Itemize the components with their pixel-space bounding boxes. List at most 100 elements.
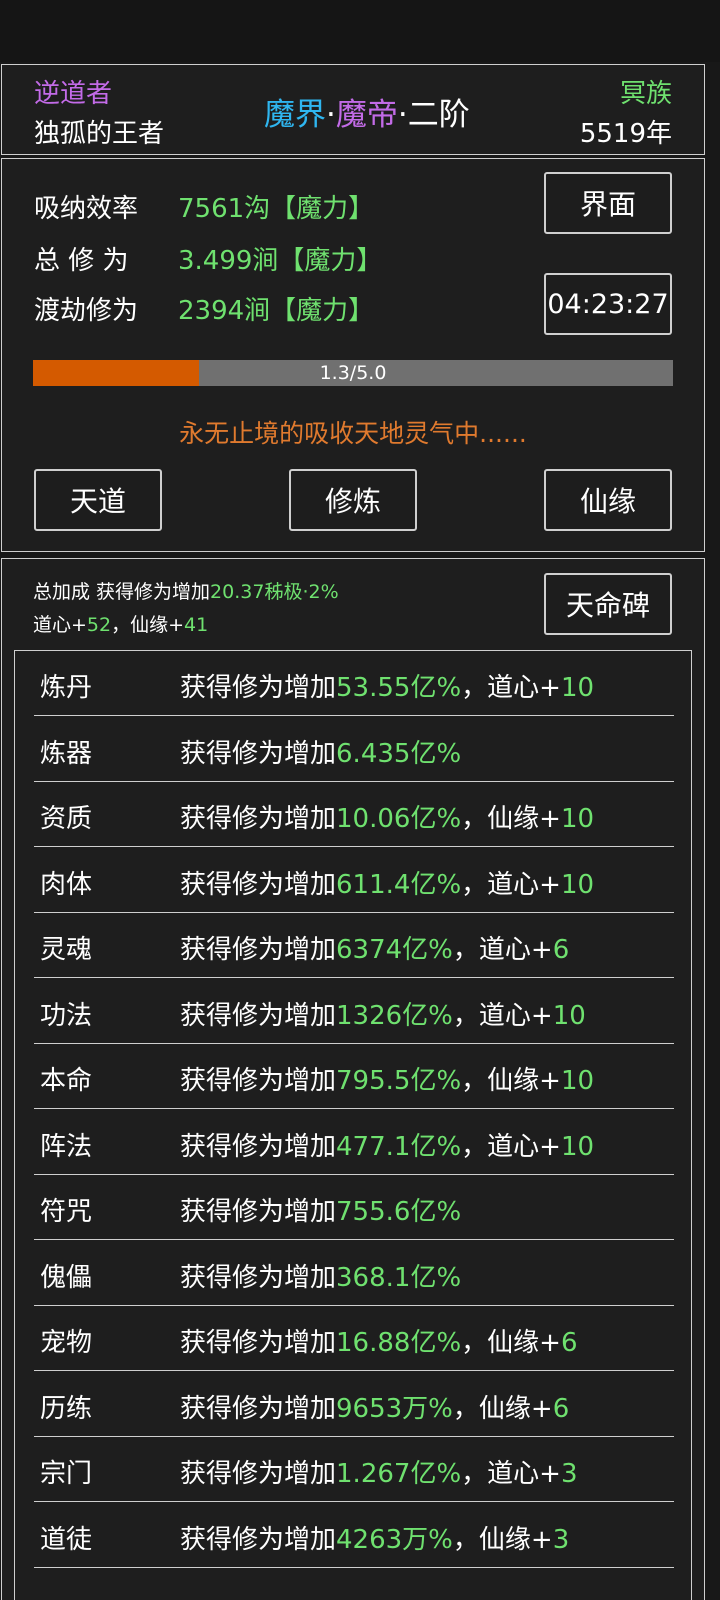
bonus-row-value: 4263万% (336, 1524, 453, 1555)
bonus-row-extra-value: 10 (560, 1066, 595, 1096)
bonus-row-extra-value: 6 (552, 1393, 570, 1424)
bonus-row-extra-value: 10 (552, 1000, 586, 1031)
destiny-stele-button[interactable]: 天命碑 (544, 573, 672, 635)
daoxin-label: 道心+ (33, 614, 87, 636)
bonus-row-name: 宠物 (40, 1328, 93, 1358)
bonus-row-prefix: 获得修为增加 (180, 673, 337, 703)
bonus-row-description: 获得修为增加53.55亿%，道心+10 (180, 667, 594, 704)
bonus-row-description: 获得修为增加6374亿%，道心+6 (180, 929, 569, 966)
realm-world: 魔界 (264, 97, 326, 133)
bonus-row-name: 历练 (40, 1393, 93, 1424)
bonus-row-value: 6.435亿% (336, 738, 462, 769)
bonus-row-extra-value: 10 (560, 869, 595, 900)
bonus-row-prefix: 获得修为增加 (180, 935, 337, 965)
bonus-row-description: 获得修为增加477.1亿%，道心+10 (180, 1126, 594, 1163)
bonus-row[interactable]: 道徒 获得修为增加4263万%，仙缘+3 (34, 1503, 674, 1568)
bonus-row-prefix: 获得修为增加 (180, 1197, 337, 1227)
bonus-row-description: 获得修为增加795.5亿%，仙缘+10 (180, 1060, 594, 1097)
bonus-row-extra-label: ，仙缘+ (461, 804, 561, 834)
xianyuan-value: 41 (184, 614, 209, 636)
bonus-row-name: 资质 (40, 804, 93, 834)
bonus-row-extra-value: 3 (560, 1459, 578, 1489)
bonus-row-value: 10.06亿% (336, 804, 462, 834)
absorb-efficiency-label: 吸纳效率 (34, 194, 139, 224)
total-bonus-summary: 总加成 获得修为增加20.37秭极·2% (33, 577, 339, 604)
xianyuan-label: 仙缘+ (130, 614, 185, 636)
realm-dot-1: · (326, 97, 336, 133)
bonus-row-extra-label: ，道心+ (461, 673, 561, 703)
bonus-row-extra-label: ，道心+ (461, 869, 561, 900)
bonus-row[interactable]: 傀儡 获得修为增加368.1亿% (34, 1241, 674, 1306)
bonus-row-extra-value: 10 (560, 673, 595, 703)
bonus-row-extra-label: ，仙缘+ (452, 1393, 553, 1424)
bonus-row-name: 阵法 (40, 1131, 93, 1162)
bonus-row-name: 符咒 (40, 1197, 93, 1227)
bonus-row-description: 获得修为增加4263万%，仙缘+3 (180, 1519, 569, 1556)
bonus-row-description: 获得修为增加1.267亿%，道心+3 (180, 1453, 578, 1490)
bonus-row-description: 获得修为增加16.88亿%，仙缘+6 (180, 1322, 578, 1359)
realm-title: 魔界·魔帝·二阶 (264, 89, 470, 134)
bonus-row-description: 获得修为增加611.4亿%，道心+10 (180, 864, 594, 901)
bonus-row[interactable]: 历练 获得修为增加9653万%，仙缘+6 (34, 1372, 674, 1437)
realm-dot-2: · (397, 97, 408, 133)
bonus-row-description: 获得修为增加1326亿%，道心+10 (180, 995, 586, 1032)
bonus-row-value: 1.267亿% (336, 1459, 462, 1489)
tribulation-label: 渡劫修为 (34, 296, 139, 326)
bonus-row-prefix: 获得修为增加 (180, 1524, 337, 1555)
bonus-row-prefix: 获得修为增加 (180, 1393, 337, 1424)
bonus-row-extra-label: ，仙缘+ (452, 1524, 553, 1555)
bonus-row-value: 9653万% (336, 1393, 453, 1424)
bonus-row[interactable]: 本命 获得修为增加795.5亿%，仙缘+10 (34, 1044, 674, 1109)
bonus-row-description: 获得修为增加9653万%，仙缘+6 (180, 1388, 569, 1425)
bonus-row-value: 795.5亿% (336, 1066, 462, 1096)
bonus-row[interactable]: 宠物 获得修为增加16.88亿%，仙缘+6 (34, 1306, 674, 1371)
separator: ， (111, 614, 131, 636)
bonus-list: 炼丹 获得修为增加53.55亿%，道心+10 炼器 获得修为增加6.435亿% 资质 获得… (14, 650, 692, 1600)
bonus-row-name: 炼器 (40, 738, 93, 769)
bonus-row-prefix: 获得修为增加 (180, 738, 337, 769)
cultivate-button[interactable]: 修炼 (289, 469, 417, 531)
bonus-row[interactable]: 炼丹 获得修为增加53.55亿%，道心+10 (34, 651, 674, 716)
fate-button[interactable]: 仙缘 (544, 469, 672, 531)
bonus-row-prefix: 获得修为增加 (180, 1000, 337, 1031)
bonus-row[interactable]: 阵法 获得修为增加477.1亿%，道心+10 (34, 1110, 674, 1175)
bonus-row-prefix: 获得修为增加 (180, 1131, 337, 1162)
total-cultivation-label: 总 修 为 (34, 246, 129, 276)
bonus-row-name: 道徒 (40, 1524, 93, 1555)
progress-text: 1.3/5.0 (319, 362, 387, 384)
bonus-row-prefix: 获得修为增加 (180, 1262, 337, 1293)
bonus-row[interactable]: 灵魂 获得修为增加6374亿%，道心+6 (34, 913, 674, 978)
bonus-row[interactable]: 符咒 获得修为增加755.6亿% (34, 1175, 674, 1240)
character-header: 逆道者 独孤的王者 魔界·魔帝·二阶 冥族 5519年 (1, 64, 705, 155)
countdown-timer[interactable]: 04:23:27 (544, 273, 672, 335)
absorb-efficiency-value: 7561沟【魔力】 (178, 194, 375, 224)
bonus-row[interactable]: 肉体 获得修为增加611.4亿%，道心+10 (34, 848, 674, 913)
bonus-row-name: 宗门 (40, 1459, 93, 1489)
heavenly-dao-button[interactable]: 天道 (34, 469, 162, 531)
bonus-row[interactable]: 资质 获得修为增加10.06亿%，仙缘+10 (34, 782, 674, 847)
tribulation-value: 2394涧【魔力】 (178, 296, 375, 326)
bonus-row-description: 获得修为增加755.6亿% (180, 1191, 461, 1228)
bonus-row-extra-label: ，仙缘+ (461, 1066, 561, 1096)
interface-button[interactable]: 界面 (544, 172, 672, 234)
realm-stage: 二阶 (407, 97, 470, 133)
bonus-row[interactable]: 功法 获得修为增加1326亿%，道心+10 (34, 979, 674, 1044)
bonus-row[interactable]: 宗门 获得修为增加1.267亿%，道心+3 (34, 1437, 674, 1502)
bonus-row-name: 傀儡 (40, 1262, 93, 1293)
bonus-row[interactable]: 炼器 获得修为增加6.435亿% (34, 717, 674, 782)
bonus-row-name: 功法 (40, 1000, 93, 1031)
bonus-row-prefix: 获得修为增加 (180, 1066, 337, 1096)
realm-rank: 魔帝 (335, 97, 398, 133)
race-label: 冥族 (619, 79, 672, 109)
bonus-row-extra-value: 3 (552, 1524, 570, 1555)
total-bonus-value: 20.37秭极·2% (210, 581, 339, 603)
bonus-row-prefix: 获得修为增加 (180, 1459, 337, 1489)
bonus-row-value: 53.55亿% (336, 673, 462, 703)
bonus-row-value: 1326亿% (336, 1000, 453, 1031)
bonus-row-name: 炼丹 (40, 673, 93, 703)
bonus-row-prefix: 获得修为增加 (180, 804, 337, 834)
bonus-row-prefix: 获得修为增加 (180, 1328, 337, 1358)
total-cultivation-value: 3.499涧【魔力】 (178, 246, 383, 276)
bonus-row-name: 肉体 (40, 869, 93, 900)
bonus-row-value: 16.88亿% (336, 1328, 462, 1358)
